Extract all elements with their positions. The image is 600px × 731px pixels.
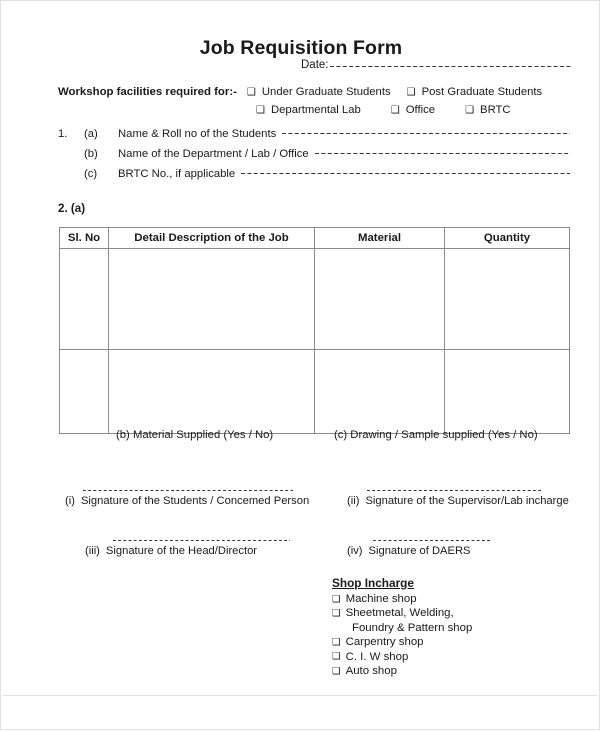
column-header-detail: Detail Description of the Job xyxy=(108,227,315,249)
signature-marker: (iii) xyxy=(85,545,100,557)
signature-block-head-director: (iii) Signature of the Head/Director xyxy=(85,536,290,557)
checkbox-icon: ❑ xyxy=(390,104,400,116)
signature-label: Signature of the Head/Director xyxy=(105,545,258,557)
item-marker: (c) xyxy=(84,168,98,180)
facilities-row-2: ❑ Departmental Lab ❑ Office ❑ BRTC xyxy=(58,104,568,122)
cell-quantity[interactable] xyxy=(444,349,570,434)
checkbox-icon: ❑ xyxy=(332,665,341,677)
date-fill-line[interactable] xyxy=(329,60,571,70)
shop-incharge-section: Shop Incharge ❑ Machine shop ❑ Sheetmeta… xyxy=(332,576,572,678)
facilities-label: Workshop facilities required for:- xyxy=(58,86,237,98)
section-1-item-a: 1. (a) Name & Roll no of the Students xyxy=(58,128,570,148)
signature-line[interactable] xyxy=(83,486,293,494)
item-marker: (b) xyxy=(84,148,98,160)
checkbox-label-continuation: Foundry & Pattern shop xyxy=(352,621,473,634)
checkbox-label: Office xyxy=(405,104,436,116)
checkbox-icon: ❑ xyxy=(332,607,341,619)
material-supplied-item: (b) Material Supplied (Yes / No) xyxy=(116,429,274,441)
checkbox-icon: ❑ xyxy=(332,593,341,605)
job-detail-table: Sl. No Detail Description of the Job Mat… xyxy=(59,227,570,434)
date-field[interactable]: Date: xyxy=(301,59,571,71)
signature-line[interactable] xyxy=(367,486,542,494)
checkbox-icon: ❑ xyxy=(332,636,341,648)
form-sheet: Job Requisition Form Date: Workshop faci… xyxy=(1,1,599,729)
checkbox-label: Under Graduate Students xyxy=(261,86,391,98)
cell-sl-no[interactable] xyxy=(59,248,109,350)
cell-material[interactable] xyxy=(314,349,445,434)
item-fill-line[interactable] xyxy=(241,168,570,177)
date-label: Date: xyxy=(301,59,329,71)
checkbox-under-graduate-students[interactable]: ❑ Under Graduate Students xyxy=(247,86,391,98)
table-header-row: Sl. No Detail Description of the Job Mat… xyxy=(59,227,570,249)
checkbox-icon: ❑ xyxy=(465,104,475,116)
checkbox-label: Auto shop xyxy=(345,665,397,678)
item-label: Name & Roll no of the Students xyxy=(118,128,277,140)
signature-label: Signature of the Supervisor/Lab incharge xyxy=(365,495,569,507)
signature-marker: (iv) xyxy=(347,545,363,557)
workshop-facilities-section: Workshop facilities required for:- ❑ Und… xyxy=(58,86,568,122)
checkbox-label: Sheetmetal, Welding, xyxy=(345,607,454,620)
signature-block-students: (i) Signature of the Students / Concemed… xyxy=(65,486,309,507)
checkbox-brtc[interactable]: ❑ BRTC xyxy=(465,104,511,116)
signature-label: Signature of DAERS xyxy=(368,545,471,557)
checkbox-office[interactable]: ❑ Office xyxy=(391,104,435,116)
cell-detail[interactable] xyxy=(108,349,315,434)
checkbox-sheetmetal-welding[interactable]: ❑ Sheetmetal, Welding, xyxy=(332,606,572,620)
signature-marker: (ii) xyxy=(347,495,360,507)
checkbox-machine-shop[interactable]: ❑ Machine shop xyxy=(332,592,572,606)
checkbox-departmental-lab[interactable]: ❑ Departmental Lab xyxy=(256,104,361,116)
facilities-row-1: Workshop facilities required for:- ❑ Und… xyxy=(58,86,568,104)
document-page: Job Requisition Form Date: Workshop faci… xyxy=(0,0,600,730)
section-1-number: 1. xyxy=(58,128,68,140)
checkbox-carpentry-shop[interactable]: ❑ Carpentry shop xyxy=(332,635,572,649)
column-header-quantity: Quantity xyxy=(444,227,570,249)
checkbox-label: C. I. W shop xyxy=(345,650,409,663)
checkbox-icon: ❑ xyxy=(332,651,341,663)
item-fill-line[interactable] xyxy=(314,148,570,157)
item-label: BRTC No., if applicable xyxy=(118,168,236,180)
checkbox-label: Departmental Lab xyxy=(270,104,361,116)
table-row xyxy=(59,349,570,434)
table-row xyxy=(59,248,570,350)
checkbox-ciw-shop[interactable]: ❑ C. I. W shop xyxy=(332,650,572,664)
checkbox-icon: ❑ xyxy=(406,86,416,98)
checkbox-label: Carpentry shop xyxy=(345,636,424,649)
cell-detail[interactable] xyxy=(108,248,315,350)
signature-line[interactable] xyxy=(373,536,492,544)
signature-label: Signature of the Students / Concemed Per… xyxy=(80,495,310,507)
cell-material[interactable] xyxy=(314,248,445,350)
signature-marker: (i) xyxy=(65,495,75,507)
column-header-sl-no: Sl. No xyxy=(59,227,109,249)
signature-block-supervisor: (ii) Signature of the Supervisor/Lab inc… xyxy=(347,486,569,507)
drawing-sample-item: (c) Drawing / Sample supplied (Yes / No) xyxy=(334,429,538,441)
shop-incharge-title: Shop Incharge xyxy=(332,576,414,590)
cell-sl-no[interactable] xyxy=(59,349,109,434)
page-title: Job Requisition Form xyxy=(199,37,403,59)
checkbox-auto-shop[interactable]: ❑ Auto shop xyxy=(332,664,572,678)
section-2-label: 2. (a) xyxy=(58,202,86,215)
item-label: Name of the Department / Lab / Office xyxy=(118,148,309,160)
cell-quantity[interactable] xyxy=(444,248,570,350)
checkbox-post-graduate-students[interactable]: ❑ Post Graduate Students xyxy=(407,86,543,98)
checkbox-icon: ❑ xyxy=(246,86,256,98)
checkbox-label: Machine shop xyxy=(345,593,417,605)
item-fill-line[interactable] xyxy=(282,128,570,137)
footer-divider xyxy=(2,695,598,696)
section-1-item-b: (b) Name of the Department / Lab / Offic… xyxy=(58,148,570,168)
checkbox-label: BRTC xyxy=(480,104,511,116)
column-header-material: Material xyxy=(314,227,445,249)
section-1: 1. (a) Name & Roll no of the Students (b… xyxy=(58,128,570,188)
checkbox-label: Post Graduate Students xyxy=(421,86,543,98)
checkbox-icon: ❑ xyxy=(256,104,265,116)
section-1-item-c: (c) BRTC No., if applicable xyxy=(58,168,570,188)
signature-line[interactable] xyxy=(113,536,290,544)
item-marker: (a) xyxy=(84,128,98,140)
signature-block-daers: (iv) Signature of DAERS xyxy=(347,536,492,557)
